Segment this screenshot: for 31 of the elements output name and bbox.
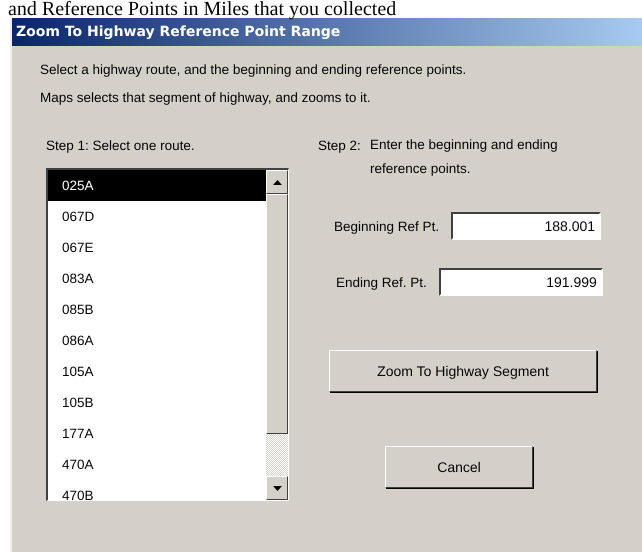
route-item[interactable]: 085B xyxy=(48,294,266,325)
route-list[interactable]: 025A 067D 067E 083A 085B 086A 105A 105B 177A 470A 470B xyxy=(46,168,289,501)
instruction-text: Maps selects that segment of highway, and zooms to it. xyxy=(40,90,372,107)
step-instruction: Enter the beginning and ending reference points. xyxy=(370,136,559,178)
input-field[interactable]: 191.999 xyxy=(438,268,603,296)
field-label: Ending Ref. Pt. xyxy=(336,274,427,290)
step-label: Step 1: Select one route. xyxy=(46,138,196,155)
route-item[interactable]: 177A xyxy=(48,418,266,449)
step-label: Step 2: xyxy=(318,138,362,155)
up-arrow-icon xyxy=(272,180,282,184)
route-item[interactable]: 086A xyxy=(48,325,266,356)
route-item[interactable]: 025A xyxy=(48,170,266,201)
field-label: Beginning Ref Pt. xyxy=(334,218,440,234)
route-item[interactable]: 470B xyxy=(48,480,266,500)
down-arrow-icon xyxy=(272,486,282,490)
scrollbar[interactable] xyxy=(266,170,288,500)
document-text: and Reference Points in Miles that you collected xyxy=(7,0,398,18)
cancel-button[interactable]: Cancel xyxy=(385,446,533,488)
route-item[interactable]: 067D xyxy=(48,201,266,232)
zoom-button[interactable]: Zoom To Highway Segment xyxy=(329,350,597,392)
instruction-text: Select a highway route, and the beginning and ending reference points. xyxy=(40,62,468,79)
scroll-up-button[interactable] xyxy=(266,170,288,194)
input-field[interactable]: 188.001 xyxy=(451,212,602,240)
route-item[interactable]: 067E xyxy=(48,232,266,263)
scroll-down-button[interactable] xyxy=(266,476,288,500)
route-item[interactable]: 470A xyxy=(48,449,266,480)
window-title: Zoom To Highway Reference Point Range xyxy=(16,24,340,40)
route-item[interactable]: 105B xyxy=(48,387,266,418)
scroll-thumb[interactable] xyxy=(266,194,288,434)
route-item[interactable]: 083A xyxy=(48,263,266,294)
route-item[interactable]: 105A xyxy=(48,356,266,387)
